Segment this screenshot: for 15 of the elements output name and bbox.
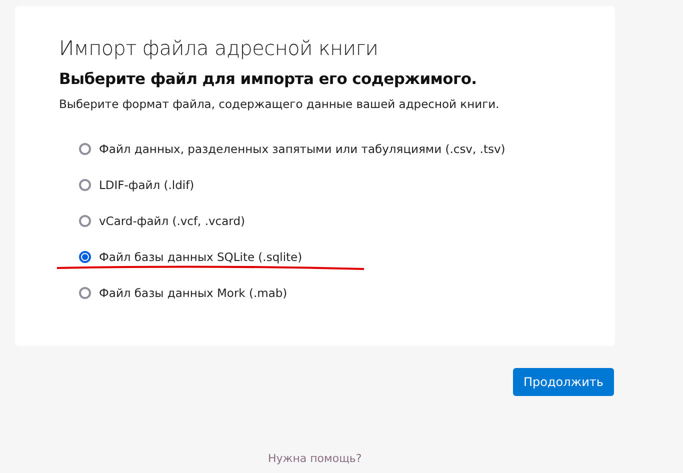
- radio-button[interactable]: [79, 286, 91, 298]
- radio-button[interactable]: [79, 214, 91, 226]
- dialog-title: Импорт файла адресной книги: [59, 36, 380, 60]
- option-label[interactable]: Файл данных, разделенных запятыми или табуляциями (.csv, .tsv): [99, 142, 506, 156]
- help-link[interactable]: Нужна помощь?: [268, 452, 362, 465]
- radio-button[interactable]: [79, 142, 91, 154]
- option-label[interactable]: Файл базы данных SQLite (.sqlite): [99, 250, 302, 264]
- option-label[interactable]: LDIF-файл (.ldif): [99, 178, 194, 192]
- continue-button[interactable]: Продолжить: [513, 368, 614, 396]
- option-label[interactable]: Файл базы данных Mork (.mab): [99, 286, 288, 300]
- option-label[interactable]: vCard-файл (.vcf, .vcard): [99, 214, 245, 228]
- radio-button[interactable]: [79, 178, 91, 190]
- description-text: Выберите формат файла, содержащего данные вашей адресной книги.: [59, 97, 500, 111]
- section-heading: Выберите файл для импорта его содержимого.: [59, 70, 478, 88]
- radio-button[interactable]: [79, 250, 91, 262]
